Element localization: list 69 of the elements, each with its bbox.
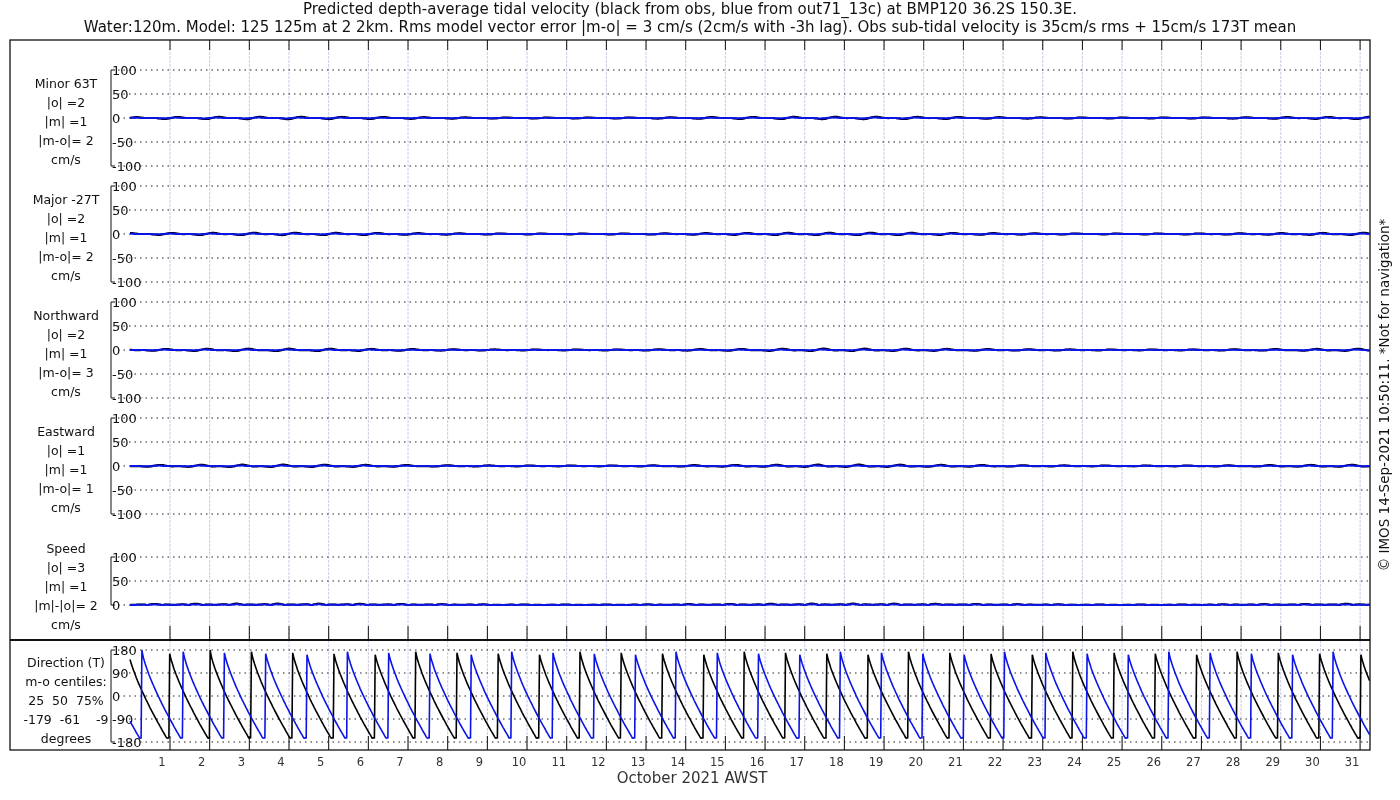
axis-tick-label: 90: [112, 666, 129, 681]
axis-tick-label: 0: [112, 598, 121, 613]
axis-tick-label: 24: [1067, 755, 1082, 769]
axis-tick-label: 50: [112, 319, 129, 334]
axis-tick-label: 30: [1305, 755, 1320, 769]
axis-tick-label: 100: [112, 550, 137, 565]
axis-tick-label: 0: [112, 111, 121, 126]
axis-tick-label: 12: [591, 755, 606, 769]
panel-label: Northward |o| =2 |m| =1 |m-o|= 3 cm/s: [33, 308, 99, 399]
axis-tick-label: 2: [198, 755, 206, 769]
panel-label: Speed |o| =3 |m| =1 |m|-|o|= 2 cm/s: [34, 541, 98, 632]
axis-tick-label: 8: [436, 755, 444, 769]
axis-tick-label: -50: [112, 367, 134, 382]
axis-tick-label: -180: [112, 735, 142, 750]
axis-tick-label: 10: [511, 755, 527, 769]
axis-tick-label: 21: [948, 755, 963, 769]
axis-tick-label: -100: [112, 159, 142, 174]
axis-tick-label: 0: [112, 459, 121, 474]
axis-tick-label: 1: [158, 755, 166, 769]
axis-tick-label: 100: [112, 295, 137, 310]
axis-tick-label: -50: [112, 483, 134, 498]
axis-tick-label: 5: [317, 755, 325, 769]
axis-tick-label: -50: [112, 251, 134, 266]
axis-tick-label: 29: [1265, 755, 1281, 769]
axis-tick-label: -90: [112, 712, 134, 727]
panel-label: Minor 63T |o| =2 |m| =1 |m-o|= 2 cm/s: [34, 76, 98, 167]
axis-tick-label: 50: [112, 435, 129, 450]
axis-tick-label: 4: [277, 755, 285, 769]
axis-tick-label: 3: [237, 755, 245, 769]
axis-tick-label: 23: [1027, 755, 1043, 769]
axis-tick-label: -100: [112, 275, 142, 290]
axis-tick-label: 20: [908, 755, 924, 769]
axis-tick-label: 0: [112, 227, 121, 242]
axis-tick-label: 7: [396, 755, 404, 769]
axis-tick-label: 31: [1344, 755, 1360, 769]
axis-tick-label: 19: [868, 755, 884, 769]
axis-tick-label: 180: [112, 643, 137, 658]
axis-tick-label: 22: [987, 755, 1003, 769]
axis-tick-label: 14: [670, 755, 686, 769]
copyright-note: © IMOS 14-Sep-2021 10:50:11. *Not for navigation*: [1376, 218, 1392, 572]
axis-tick-label: 25: [1106, 755, 1122, 769]
axis-tick-label: 50: [112, 574, 129, 589]
panel-label: Eastward |o| =1 |m| =1 |m-o|= 1 cm/s: [37, 424, 95, 515]
axis-tick-label: 28: [1225, 755, 1241, 769]
axis-tick-label: 11: [551, 755, 566, 769]
axis-tick-label: 26: [1146, 755, 1162, 769]
axis-tick-label: -100: [112, 507, 142, 522]
axis-tick-label: 17: [789, 755, 805, 769]
axis-tick-label: 0: [112, 343, 121, 358]
axis-tick-label: -50: [112, 135, 134, 150]
chart-title: Predicted depth-average tidal velocity (black from obs, blue from out71_13c) at BMP120 36.2S 150.3E.: [303, 0, 1077, 18]
axis-tick-label: 100: [112, 179, 137, 194]
axis-tick-label: 27: [1186, 755, 1201, 769]
x-axis-title: October 2021 AWST: [616, 769, 768, 787]
axis-tick-label: 6: [356, 755, 364, 769]
axis-tick-label: 100: [112, 411, 137, 426]
axis-tick-label: 0: [112, 689, 121, 704]
axis-tick-label: 15: [710, 755, 725, 769]
axis-tick-label: -100: [112, 391, 142, 406]
axis-tick-label: 100: [112, 63, 137, 78]
axis-tick-label: 18: [829, 755, 844, 769]
axis-tick-label: 9: [475, 755, 483, 769]
axis-tick-label: 13: [630, 755, 646, 769]
axis-tick-label: 16: [749, 755, 765, 769]
panel-label: Major -27T |o| =2 |m| =1 |m-o|= 2 cm/s: [32, 192, 100, 283]
axis-tick-label: 50: [112, 87, 129, 102]
axis-tick-label: 50: [112, 203, 129, 218]
panel-label: Direction (T) m-o centiles: 25 50 75% -179 -61 -9 degrees: [23, 655, 109, 746]
chart-title: Water:120m. Model: 125 125m at 2 2km. Rms model vector error |m-o| = 3 cm/s (2cm/s with -3h lag). Obs sub-tidal velocity is 35cm/s rms + 15cm/s 173T mean: [83, 18, 1297, 36]
